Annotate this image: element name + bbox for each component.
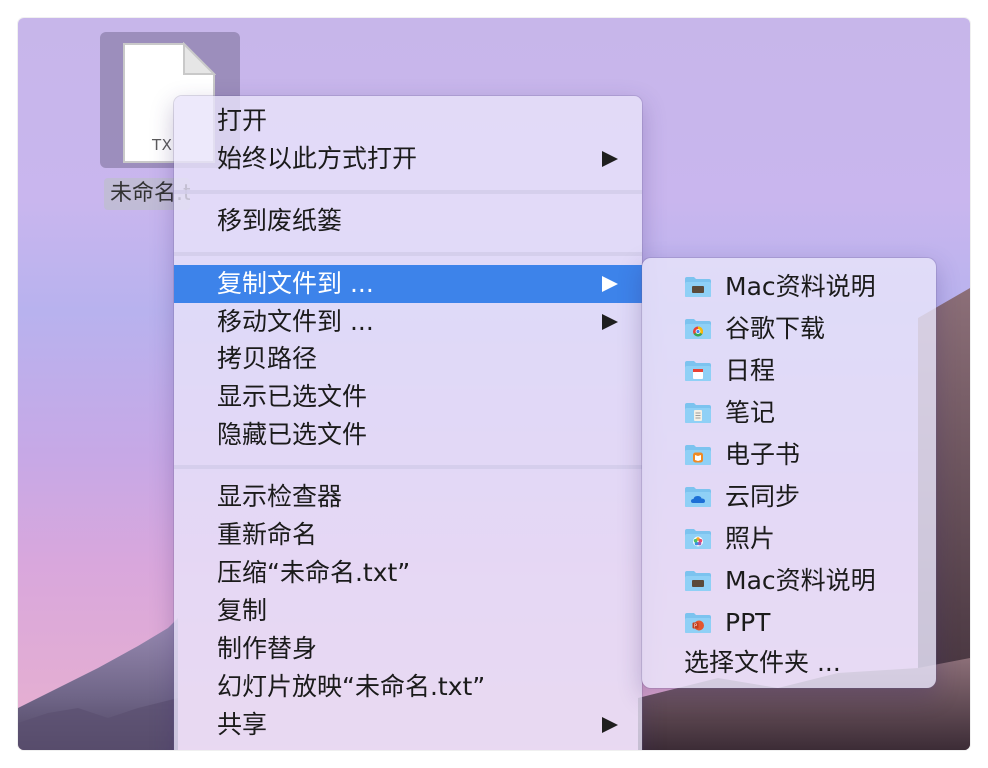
submenu-item-label: Mac资料说明	[725, 566, 876, 595]
submenu-item-label: PPT	[725, 608, 771, 637]
menu-item-label: 重新命名	[217, 520, 318, 549]
menu-item-show-selected-files[interactable]: 显示已选文件	[174, 378, 642, 416]
menu-item-always-open-with[interactable]: 始终以此方式打开	[174, 140, 642, 178]
submenu-item-photos[interactable]: 照片	[642, 518, 936, 560]
submenu-item-label: 照片	[725, 524, 776, 553]
submenu-item-cloud-sync[interactable]: 云同步	[642, 476, 936, 518]
books-folder-icon	[685, 445, 711, 465]
menu-item-hide-selected-files[interactable]: 隐藏已选文件	[174, 416, 642, 454]
submenu-item-label: 笔记	[725, 398, 776, 427]
menu-item-compress[interactable]: 压缩“未命名.txt”	[174, 554, 642, 592]
menu-item-label: 显示检查器	[217, 482, 343, 511]
menu-item-copy-file-to[interactable]: 复制文件到 ...	[174, 265, 642, 303]
menu-item-show-inspector[interactable]: 显示检查器	[174, 478, 642, 516]
submenu-item-choose-folder[interactable]: 选择文件夹 ...	[642, 642, 936, 684]
menu-item-label: 复制文件到 ...	[217, 269, 374, 298]
svg-text:P: P	[694, 624, 697, 630]
menu-separator	[174, 190, 642, 194]
calendar-folder-icon	[685, 361, 711, 381]
menu-item-open[interactable]: 打开	[174, 102, 642, 140]
submenu-arrow-icon	[602, 717, 618, 733]
menu-item-copy-path[interactable]: 拷贝路径	[174, 340, 642, 378]
submenu-item-chrome-downloads[interactable]: 谷歌下载	[642, 308, 936, 350]
menu-separator	[174, 252, 642, 256]
submenu-arrow-icon	[602, 276, 618, 292]
folder-icon	[685, 277, 711, 297]
photos-folder-icon	[685, 529, 711, 549]
menu-item-label: 打开	[217, 106, 268, 135]
context-menu: 打开 始终以此方式打开 移到废纸篓 复制文件到 ... 移动文件到 ... 拷贝…	[174, 96, 642, 750]
menu-item-move-to-trash[interactable]: 移到废纸篓	[174, 202, 642, 240]
notes-folder-icon	[685, 403, 711, 423]
submenu-item-notes[interactable]: 笔记	[642, 392, 936, 434]
desktop: TX 未命名.txt 打开 始终以此方式打开 移到废纸篓 复制文件到 ... 移…	[18, 18, 970, 750]
submenu-arrow-icon	[602, 314, 618, 330]
menu-item-label: 复制	[217, 596, 268, 625]
submenu-item-calendar[interactable]: 日程	[642, 350, 936, 392]
file-extension-label: TX	[152, 136, 173, 154]
menu-item-label: 移到废纸篓	[217, 206, 343, 235]
submenu-item-label: 电子书	[725, 440, 801, 469]
submenu-item-ppt[interactable]: P PPT	[642, 602, 936, 644]
submenu-item-ebooks[interactable]: 电子书	[642, 434, 936, 476]
submenu-item-mac-docs-2[interactable]: Mac资料说明	[642, 560, 936, 602]
folder-icon	[685, 571, 711, 591]
menu-item-rename[interactable]: 重新命名	[174, 516, 642, 554]
submenu-item-mac-docs[interactable]: Mac资料说明	[642, 266, 936, 308]
copy-to-submenu: Mac资料说明 谷歌下载 日程 笔记 电子书 云同步 照片 Mac资料说明 P …	[642, 258, 936, 688]
submenu-arrow-icon	[602, 151, 618, 167]
menu-item-label: 制作替身	[217, 634, 318, 663]
chrome-folder-icon	[685, 319, 711, 339]
cloud-folder-icon	[685, 487, 711, 507]
menu-item-label: 压缩“未命名.txt”	[217, 558, 411, 587]
menu-item-label: 移动文件到 ...	[217, 307, 374, 336]
menu-item-slideshow[interactable]: 幻灯片放映“未命名.txt”	[174, 668, 642, 706]
powerpoint-folder-icon: P	[685, 613, 711, 633]
submenu-item-label: 云同步	[725, 482, 801, 511]
menu-item-move-file-to[interactable]: 移动文件到 ...	[174, 303, 642, 341]
submenu-item-label: Mac资料说明	[725, 272, 876, 301]
menu-item-make-alias[interactable]: 制作替身	[174, 630, 642, 668]
menu-item-label: 拷贝路径	[217, 344, 318, 373]
menu-item-label: 共享	[217, 710, 268, 739]
submenu-item-label: 选择文件夹 ...	[684, 648, 841, 677]
menu-item-duplicate[interactable]: 复制	[174, 592, 642, 630]
submenu-item-label: 谷歌下载	[725, 314, 826, 343]
submenu-item-label: 日程	[725, 356, 776, 385]
menu-separator	[174, 465, 642, 469]
menu-item-label: 隐藏已选文件	[217, 420, 368, 449]
menu-item-label: 显示已选文件	[217, 382, 368, 411]
menu-item-label: 幻灯片放映“未命名.txt”	[217, 672, 486, 701]
menu-item-label: 始终以此方式打开	[217, 144, 418, 173]
menu-item-share[interactable]: 共享	[174, 706, 642, 744]
